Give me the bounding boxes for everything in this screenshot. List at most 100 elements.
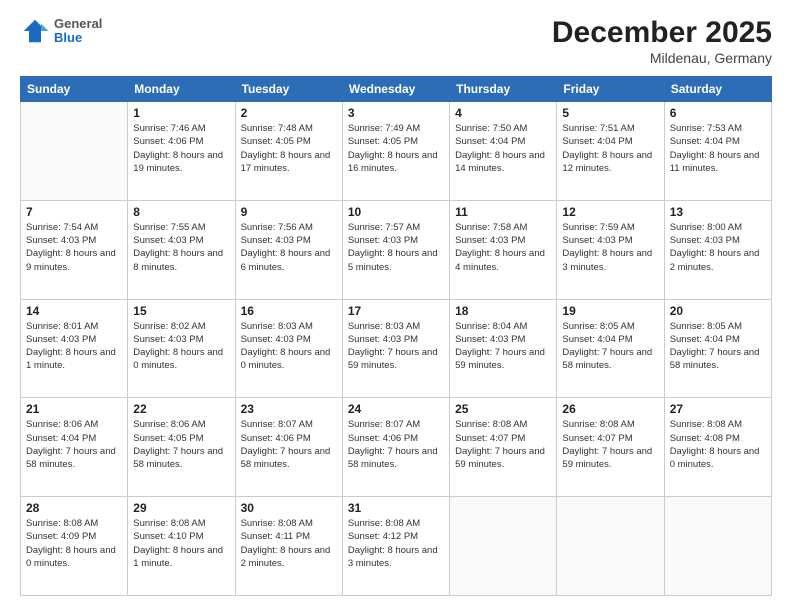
day-info: Sunrise: 8:04 AM Sunset: 4:03 PM Dayligh…	[455, 320, 551, 373]
col-header-wednesday: Wednesday	[342, 77, 449, 102]
calendar-cell: 20 Sunrise: 8:05 AM Sunset: 4:04 PM Dayli…	[664, 299, 771, 398]
day-info: Sunrise: 7:58 AM Sunset: 4:03 PM Dayligh…	[455, 221, 551, 274]
day-info: Sunrise: 8:08 AM Sunset: 4:12 PM Dayligh…	[348, 517, 444, 570]
day-number: 7	[26, 205, 122, 219]
week-row-1: 7 Sunrise: 7:54 AM Sunset: 4:03 PM Daylig…	[21, 200, 772, 299]
day-info: Sunrise: 8:03 AM Sunset: 4:03 PM Dayligh…	[241, 320, 337, 373]
day-number: 19	[562, 304, 658, 318]
day-info: Sunrise: 8:05 AM Sunset: 4:04 PM Dayligh…	[670, 320, 766, 373]
day-number: 6	[670, 106, 766, 120]
day-info: Sunrise: 8:06 AM Sunset: 4:04 PM Dayligh…	[26, 418, 122, 471]
calendar-cell: 25 Sunrise: 8:08 AM Sunset: 4:07 PM Dayli…	[450, 398, 557, 497]
day-number: 18	[455, 304, 551, 318]
calendar-cell: 3 Sunrise: 7:49 AM Sunset: 4:05 PM Daylig…	[342, 102, 449, 201]
col-header-thursday: Thursday	[450, 77, 557, 102]
calendar-cell: 7 Sunrise: 7:54 AM Sunset: 4:03 PM Daylig…	[21, 200, 128, 299]
header: General Blue December 2025 Mildenau, Ger…	[20, 16, 772, 66]
day-info: Sunrise: 7:56 AM Sunset: 4:03 PM Dayligh…	[241, 221, 337, 274]
day-number: 21	[26, 402, 122, 416]
calendar-cell: 31Sunrise: 8:08 AM Sunset: 4:12 PM Dayli…	[342, 497, 449, 596]
calendar-cell: 6 Sunrise: 7:53 AM Sunset: 4:04 PM Daylig…	[664, 102, 771, 201]
calendar-cell: 9 Sunrise: 7:56 AM Sunset: 4:03 PM Daylig…	[235, 200, 342, 299]
calendar-cell: 13 Sunrise: 8:00 AM Sunset: 4:03 PM Dayli…	[664, 200, 771, 299]
day-info: Sunrise: 8:02 AM Sunset: 4:03 PM Dayligh…	[133, 320, 229, 373]
week-row-2: 14 Sunrise: 8:01 AM Sunset: 4:03 PM Dayli…	[21, 299, 772, 398]
calendar-cell: 15Sunrise: 8:02 AM Sunset: 4:03 PM Dayli…	[128, 299, 235, 398]
day-number: 8	[133, 205, 229, 219]
day-number: 29	[133, 501, 229, 515]
calendar-cell: 17 Sunrise: 8:03 AM Sunset: 4:03 PM Dayli…	[342, 299, 449, 398]
logo-icon	[20, 16, 50, 46]
calendar-cell: 30 Sunrise: 8:08 AM Sunset: 4:11 PM Dayli…	[235, 497, 342, 596]
day-number: 28	[26, 501, 122, 515]
logo: General Blue	[20, 16, 102, 46]
calendar-cell: 24 Sunrise: 8:07 AM Sunset: 4:06 PM Dayli…	[342, 398, 449, 497]
calendar-cell: 18 Sunrise: 8:04 AM Sunset: 4:03 PM Dayli…	[450, 299, 557, 398]
day-number: 4	[455, 106, 551, 120]
day-info: Sunrise: 8:08 AM Sunset: 4:11 PM Dayligh…	[241, 517, 337, 570]
week-row-4: 28 Sunrise: 8:08 AM Sunset: 4:09 PM Dayli…	[21, 497, 772, 596]
calendar-cell: 26 Sunrise: 8:08 AM Sunset: 4:07 PM Dayli…	[557, 398, 664, 497]
calendar-cell: 8Sunrise: 7:55 AM Sunset: 4:03 PM Daylig…	[128, 200, 235, 299]
day-number: 3	[348, 106, 444, 120]
calendar-cell: 11 Sunrise: 7:58 AM Sunset: 4:03 PM Dayli…	[450, 200, 557, 299]
calendar-cell: 1Sunrise: 7:46 AM Sunset: 4:06 PM Daylig…	[128, 102, 235, 201]
day-info: Sunrise: 7:59 AM Sunset: 4:03 PM Dayligh…	[562, 221, 658, 274]
day-number: 12	[562, 205, 658, 219]
calendar-cell: 23 Sunrise: 8:07 AM Sunset: 4:06 PM Dayli…	[235, 398, 342, 497]
day-info: Sunrise: 8:06 AM Sunset: 4:05 PM Dayligh…	[133, 418, 229, 471]
calendar-cell: 12 Sunrise: 7:59 AM Sunset: 4:03 PM Dayli…	[557, 200, 664, 299]
day-info: Sunrise: 8:08 AM Sunset: 4:10 PM Dayligh…	[133, 517, 229, 570]
day-info: Sunrise: 8:07 AM Sunset: 4:06 PM Dayligh…	[241, 418, 337, 471]
calendar-header-row: SundayMondayTuesdayWednesdayThursdayFrid…	[21, 77, 772, 102]
day-number: 13	[670, 205, 766, 219]
day-info: Sunrise: 8:03 AM Sunset: 4:03 PM Dayligh…	[348, 320, 444, 373]
title-block: December 2025 Mildenau, Germany	[552, 16, 772, 66]
day-number: 16	[241, 304, 337, 318]
day-info: Sunrise: 8:08 AM Sunset: 4:07 PM Dayligh…	[455, 418, 551, 471]
day-number: 27	[670, 402, 766, 416]
day-info: Sunrise: 8:08 AM Sunset: 4:08 PM Dayligh…	[670, 418, 766, 471]
calendar-cell: 27 Sunrise: 8:08 AM Sunset: 4:08 PM Dayli…	[664, 398, 771, 497]
day-number: 14	[26, 304, 122, 318]
calendar-cell: 2 Sunrise: 7:48 AM Sunset: 4:05 PM Daylig…	[235, 102, 342, 201]
calendar-cell	[21, 102, 128, 201]
day-number: 24	[348, 402, 444, 416]
calendar-cell: 14 Sunrise: 8:01 AM Sunset: 4:03 PM Dayli…	[21, 299, 128, 398]
day-number: 5	[562, 106, 658, 120]
day-info: Sunrise: 7:53 AM Sunset: 4:04 PM Dayligh…	[670, 122, 766, 175]
calendar-cell: 16 Sunrise: 8:03 AM Sunset: 4:03 PM Dayli…	[235, 299, 342, 398]
day-number: 20	[670, 304, 766, 318]
calendar-cell: 19Sunrise: 8:05 AM Sunset: 4:04 PM Dayli…	[557, 299, 664, 398]
col-header-friday: Friday	[557, 77, 664, 102]
calendar-cell: 21 Sunrise: 8:06 AM Sunset: 4:04 PM Dayli…	[21, 398, 128, 497]
calendar-cell: 28 Sunrise: 8:08 AM Sunset: 4:09 PM Dayli…	[21, 497, 128, 596]
day-number: 30	[241, 501, 337, 515]
day-number: 9	[241, 205, 337, 219]
calendar-cell	[450, 497, 557, 596]
calendar-table: SundayMondayTuesdayWednesdayThursdayFrid…	[20, 76, 772, 596]
day-number: 11	[455, 205, 551, 219]
logo-text: General Blue	[54, 17, 102, 46]
day-number: 26	[562, 402, 658, 416]
calendar-cell: 10 Sunrise: 7:57 AM Sunset: 4:03 PM Dayli…	[342, 200, 449, 299]
calendar-cell: 4Sunrise: 7:50 AM Sunset: 4:04 PM Daylig…	[450, 102, 557, 201]
day-number: 1	[133, 106, 229, 120]
day-info: Sunrise: 8:08 AM Sunset: 4:09 PM Dayligh…	[26, 517, 122, 570]
day-info: Sunrise: 7:54 AM Sunset: 4:03 PM Dayligh…	[26, 221, 122, 274]
day-number: 2	[241, 106, 337, 120]
day-info: Sunrise: 8:07 AM Sunset: 4:06 PM Dayligh…	[348, 418, 444, 471]
page: General Blue December 2025 Mildenau, Ger…	[0, 0, 792, 612]
day-info: Sunrise: 8:01 AM Sunset: 4:03 PM Dayligh…	[26, 320, 122, 373]
day-info: Sunrise: 7:48 AM Sunset: 4:05 PM Dayligh…	[241, 122, 337, 175]
day-number: 23	[241, 402, 337, 416]
day-number: 10	[348, 205, 444, 219]
day-number: 22	[133, 402, 229, 416]
day-number: 25	[455, 402, 551, 416]
day-number: 17	[348, 304, 444, 318]
day-info: Sunrise: 7:57 AM Sunset: 4:03 PM Dayligh…	[348, 221, 444, 274]
col-header-saturday: Saturday	[664, 77, 771, 102]
day-info: Sunrise: 8:00 AM Sunset: 4:03 PM Dayligh…	[670, 221, 766, 274]
day-info: Sunrise: 7:49 AM Sunset: 4:05 PM Dayligh…	[348, 122, 444, 175]
day-info: Sunrise: 8:08 AM Sunset: 4:07 PM Dayligh…	[562, 418, 658, 471]
